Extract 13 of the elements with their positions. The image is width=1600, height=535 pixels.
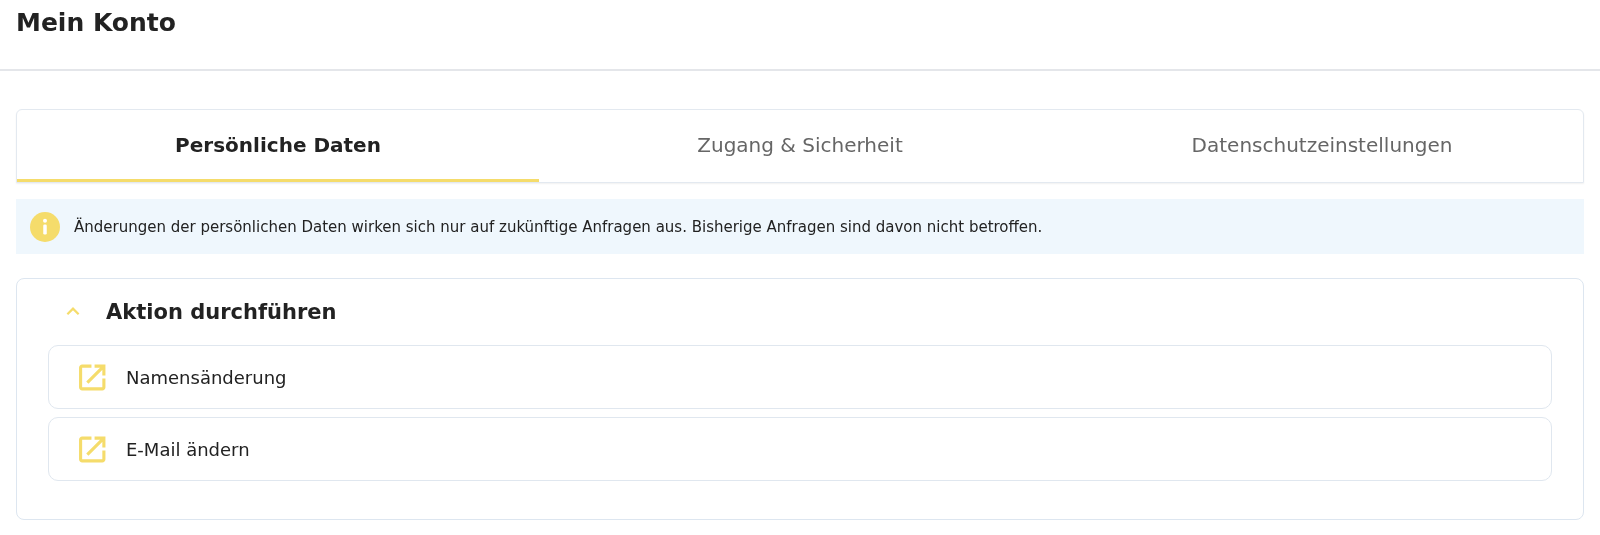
- page-title: Mein Konto: [16, 8, 176, 37]
- action-item[interactable]: E-Mail ändern: [48, 417, 1552, 481]
- action-item[interactable]: Namensänderung: [48, 345, 1552, 409]
- external-link-icon: [78, 434, 107, 464]
- tab[interactable]: Persönliche Daten: [17, 110, 539, 182]
- section-title: Aktion durchführen: [106, 300, 337, 324]
- tab[interactable]: Zugang & Sicherheit: [539, 110, 1061, 182]
- info-text: Änderungen der persönlichen Daten wirken sich nur auf zukünftige Anfragen aus. Bisherige Anfragen sind davon nicht betroffen.: [74, 217, 1043, 236]
- external-link-icon: [78, 362, 107, 392]
- info-icon: [30, 211, 60, 242]
- tab[interactable]: Datenschutzeinstellungen: [1061, 110, 1583, 182]
- action-label: Namensänderung: [126, 366, 287, 388]
- action-label: E-Mail ändern: [126, 438, 250, 460]
